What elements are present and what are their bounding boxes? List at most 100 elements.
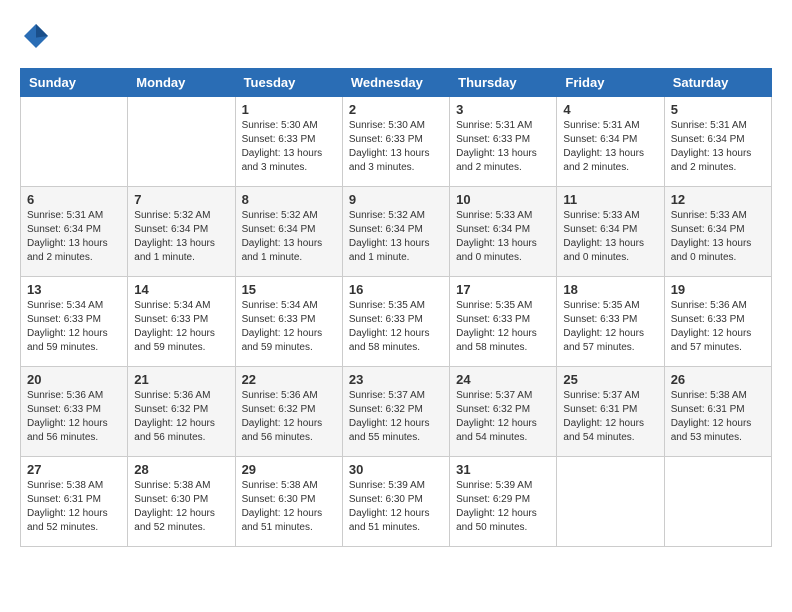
day-info: Sunrise: 5:37 AM Sunset: 6:32 PM Dayligh… bbox=[349, 389, 443, 445]
day-info: Sunrise: 5:39 AM Sunset: 6:29 PM Dayligh… bbox=[456, 479, 550, 535]
calendar-cell: 6 Sunrise: 5:31 AM Sunset: 6:34 PM Daylig… bbox=[21, 187, 128, 277]
day-number: 18 bbox=[563, 282, 657, 297]
day-number: 14 bbox=[134, 282, 228, 297]
day-info: Sunrise: 5:32 AM Sunset: 6:34 PM Dayligh… bbox=[349, 209, 443, 265]
day-info: Sunrise: 5:38 AM Sunset: 6:30 PM Dayligh… bbox=[134, 479, 228, 535]
day-header-friday: Friday bbox=[557, 69, 664, 97]
day-info: Sunrise: 5:36 AM Sunset: 6:33 PM Dayligh… bbox=[27, 389, 121, 445]
calendar-cell: 1 Sunrise: 5:30 AM Sunset: 6:33 PM Daylig… bbox=[235, 97, 342, 187]
day-info: Sunrise: 5:36 AM Sunset: 6:32 PM Dayligh… bbox=[134, 389, 228, 445]
day-info: Sunrise: 5:36 AM Sunset: 6:32 PM Dayligh… bbox=[242, 389, 336, 445]
day-number: 13 bbox=[27, 282, 121, 297]
day-info: Sunrise: 5:37 AM Sunset: 6:32 PM Dayligh… bbox=[456, 389, 550, 445]
day-header-monday: Monday bbox=[128, 69, 235, 97]
day-number: 21 bbox=[134, 372, 228, 387]
logo-icon bbox=[20, 20, 52, 52]
calendar-cell: 26 Sunrise: 5:38 AM Sunset: 6:31 PM Dayli… bbox=[664, 367, 771, 457]
day-info: Sunrise: 5:39 AM Sunset: 6:30 PM Dayligh… bbox=[349, 479, 443, 535]
calendar-cell bbox=[21, 97, 128, 187]
day-header-wednesday: Wednesday bbox=[342, 69, 449, 97]
calendar-cell bbox=[128, 97, 235, 187]
calendar-cell: 23 Sunrise: 5:37 AM Sunset: 6:32 PM Dayli… bbox=[342, 367, 449, 457]
calendar-cell bbox=[664, 457, 771, 547]
day-info: Sunrise: 5:32 AM Sunset: 6:34 PM Dayligh… bbox=[134, 209, 228, 265]
day-info: Sunrise: 5:31 AM Sunset: 6:34 PM Dayligh… bbox=[671, 119, 765, 175]
day-info: Sunrise: 5:33 AM Sunset: 6:34 PM Dayligh… bbox=[671, 209, 765, 265]
day-info: Sunrise: 5:34 AM Sunset: 6:33 PM Dayligh… bbox=[134, 299, 228, 355]
calendar-cell: 12Sunrise: 5:33 AM Sunset: 6:34 PM Dayli… bbox=[664, 187, 771, 277]
day-info: Sunrise: 5:31 AM Sunset: 6:33 PM Dayligh… bbox=[456, 119, 550, 175]
day-number: 15 bbox=[242, 282, 336, 297]
calendar-cell: 31 Sunrise: 5:39 AM Sunset: 6:29 PM Dayli… bbox=[450, 457, 557, 547]
calendar-cell: 10Sunrise: 5:33 AM Sunset: 6:34 PM Dayli… bbox=[450, 187, 557, 277]
calendar-cell: 30 Sunrise: 5:39 AM Sunset: 6:30 PM Dayli… bbox=[342, 457, 449, 547]
day-number: 2 bbox=[349, 102, 443, 117]
day-number: 25 bbox=[563, 372, 657, 387]
day-number: 11 bbox=[563, 192, 657, 207]
day-number: 30 bbox=[349, 462, 443, 477]
day-info: Sunrise: 5:32 AM Sunset: 6:34 PM Dayligh… bbox=[242, 209, 336, 265]
day-number: 29 bbox=[242, 462, 336, 477]
day-number: 7 bbox=[134, 192, 228, 207]
day-number: 8 bbox=[242, 192, 336, 207]
day-info: Sunrise: 5:38 AM Sunset: 6:30 PM Dayligh… bbox=[242, 479, 336, 535]
calendar-cell: 29 Sunrise: 5:38 AM Sunset: 6:30 PM Dayli… bbox=[235, 457, 342, 547]
week-row-2: 6 Sunrise: 5:31 AM Sunset: 6:34 PM Daylig… bbox=[21, 187, 772, 277]
day-number: 5 bbox=[671, 102, 765, 117]
day-number: 23 bbox=[349, 372, 443, 387]
calendar-cell: 24 Sunrise: 5:37 AM Sunset: 6:32 PM Dayli… bbox=[450, 367, 557, 457]
day-info: Sunrise: 5:30 AM Sunset: 6:33 PM Dayligh… bbox=[349, 119, 443, 175]
week-row-1: 1 Sunrise: 5:30 AM Sunset: 6:33 PM Daylig… bbox=[21, 97, 772, 187]
page-header bbox=[20, 20, 772, 52]
day-info: Sunrise: 5:31 AM Sunset: 6:34 PM Dayligh… bbox=[563, 119, 657, 175]
day-info: Sunrise: 5:30 AM Sunset: 6:33 PM Dayligh… bbox=[242, 119, 336, 175]
calendar-cell: 14 Sunrise: 5:34 AM Sunset: 6:33 PM Dayli… bbox=[128, 277, 235, 367]
day-info: Sunrise: 5:33 AM Sunset: 6:34 PM Dayligh… bbox=[563, 209, 657, 265]
calendar-cell: 18 Sunrise: 5:35 AM Sunset: 6:33 PM Dayli… bbox=[557, 277, 664, 367]
day-info: Sunrise: 5:31 AM Sunset: 6:34 PM Dayligh… bbox=[27, 209, 121, 265]
day-number: 27 bbox=[27, 462, 121, 477]
day-header-saturday: Saturday bbox=[664, 69, 771, 97]
day-number: 17 bbox=[456, 282, 550, 297]
logo bbox=[20, 20, 58, 52]
day-header-thursday: Thursday bbox=[450, 69, 557, 97]
calendar-cell: 3 Sunrise: 5:31 AM Sunset: 6:33 PM Daylig… bbox=[450, 97, 557, 187]
calendar-cell: 28 Sunrise: 5:38 AM Sunset: 6:30 PM Dayli… bbox=[128, 457, 235, 547]
day-number: 1 bbox=[242, 102, 336, 117]
day-info: Sunrise: 5:36 AM Sunset: 6:33 PM Dayligh… bbox=[671, 299, 765, 355]
calendar-cell: 20 Sunrise: 5:36 AM Sunset: 6:33 PM Dayli… bbox=[21, 367, 128, 457]
calendar-cell: 27 Sunrise: 5:38 AM Sunset: 6:31 PM Dayli… bbox=[21, 457, 128, 547]
calendar-cell: 22 Sunrise: 5:36 AM Sunset: 6:32 PM Dayli… bbox=[235, 367, 342, 457]
calendar-cell: 5 Sunrise: 5:31 AM Sunset: 6:34 PM Daylig… bbox=[664, 97, 771, 187]
calendar-table: SundayMondayTuesdayWednesdayThursdayFrid… bbox=[20, 68, 772, 547]
day-number: 28 bbox=[134, 462, 228, 477]
day-info: Sunrise: 5:34 AM Sunset: 6:33 PM Dayligh… bbox=[27, 299, 121, 355]
day-number: 26 bbox=[671, 372, 765, 387]
day-number: 9 bbox=[349, 192, 443, 207]
calendar-cell: 7 Sunrise: 5:32 AM Sunset: 6:34 PM Daylig… bbox=[128, 187, 235, 277]
week-row-3: 13 Sunrise: 5:34 AM Sunset: 6:33 PM Dayli… bbox=[21, 277, 772, 367]
day-number: 16 bbox=[349, 282, 443, 297]
day-number: 3 bbox=[456, 102, 550, 117]
day-info: Sunrise: 5:35 AM Sunset: 6:33 PM Dayligh… bbox=[349, 299, 443, 355]
day-number: 22 bbox=[242, 372, 336, 387]
calendar-cell: 21 Sunrise: 5:36 AM Sunset: 6:32 PM Dayli… bbox=[128, 367, 235, 457]
calendar-cell: 19 Sunrise: 5:36 AM Sunset: 6:33 PM Dayli… bbox=[664, 277, 771, 367]
day-info: Sunrise: 5:34 AM Sunset: 6:33 PM Dayligh… bbox=[242, 299, 336, 355]
day-number: 20 bbox=[27, 372, 121, 387]
day-header-sunday: Sunday bbox=[21, 69, 128, 97]
day-number: 24 bbox=[456, 372, 550, 387]
day-number: 31 bbox=[456, 462, 550, 477]
calendar-cell: 11 Sunrise: 5:33 AM Sunset: 6:34 PM Dayli… bbox=[557, 187, 664, 277]
week-row-4: 20 Sunrise: 5:36 AM Sunset: 6:33 PM Dayli… bbox=[21, 367, 772, 457]
calendar-cell: 9 Sunrise: 5:32 AM Sunset: 6:34 PM Daylig… bbox=[342, 187, 449, 277]
day-number: 6 bbox=[27, 192, 121, 207]
day-info: Sunrise: 5:35 AM Sunset: 6:33 PM Dayligh… bbox=[563, 299, 657, 355]
day-number: 10 bbox=[456, 192, 550, 207]
calendar-cell: 8 Sunrise: 5:32 AM Sunset: 6:34 PM Daylig… bbox=[235, 187, 342, 277]
day-number: 19 bbox=[671, 282, 765, 297]
day-info: Sunrise: 5:38 AM Sunset: 6:31 PM Dayligh… bbox=[27, 479, 121, 535]
week-row-5: 27 Sunrise: 5:38 AM Sunset: 6:31 PM Dayli… bbox=[21, 457, 772, 547]
day-info: Sunrise: 5:38 AM Sunset: 6:31 PM Dayligh… bbox=[671, 389, 765, 445]
calendar-cell: 16 Sunrise: 5:35 AM Sunset: 6:33 PM Dayli… bbox=[342, 277, 449, 367]
